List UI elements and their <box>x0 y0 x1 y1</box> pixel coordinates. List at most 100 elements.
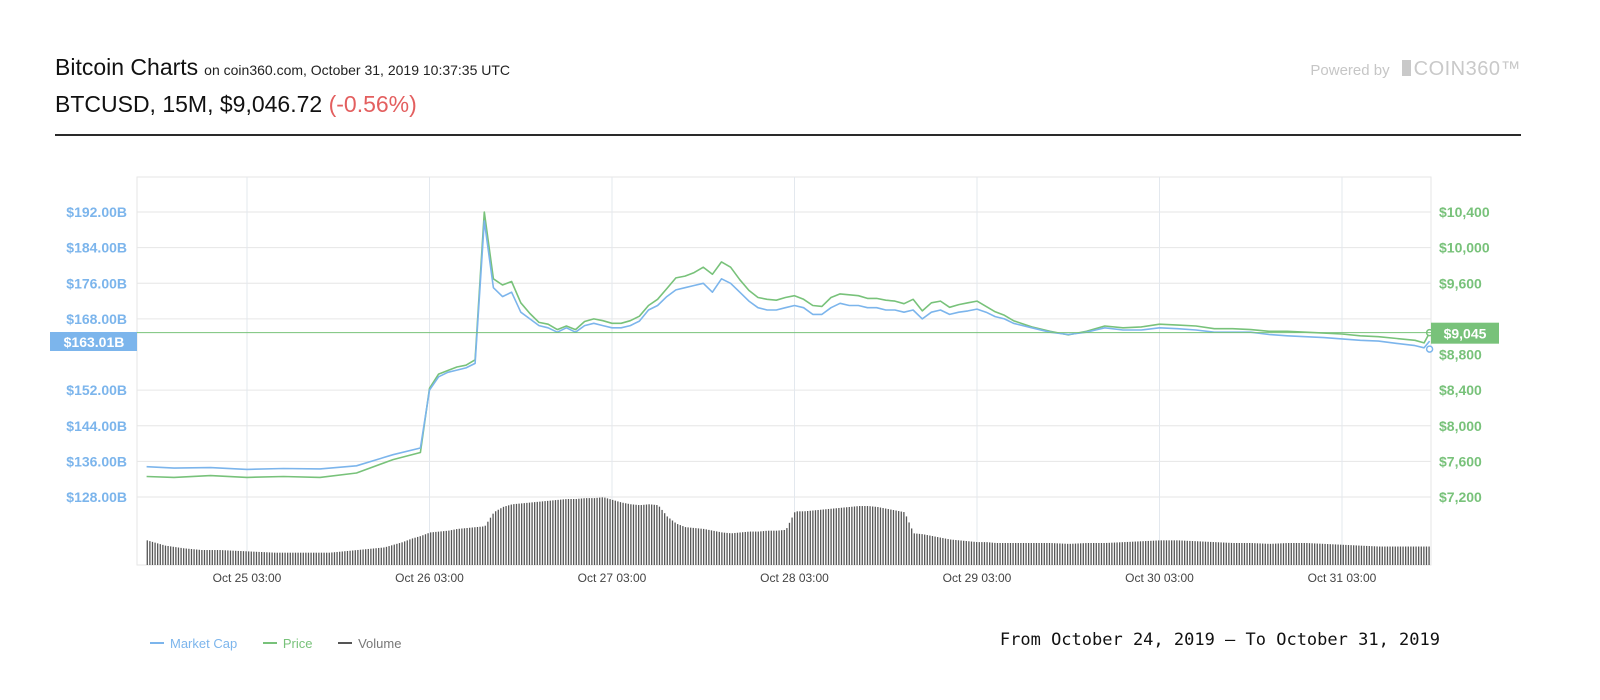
volume-bar <box>183 548 185 565</box>
volume-bar <box>692 527 694 565</box>
volume-bar <box>1152 540 1155 565</box>
volume-bar <box>1233 543 1235 565</box>
volume-bar <box>1204 541 1207 565</box>
volume-bar <box>458 528 460 565</box>
volume-bar <box>1267 543 1269 565</box>
volume-bar <box>1405 546 1407 565</box>
volume-bar <box>190 549 193 565</box>
legend-price[interactable]: Price <box>262 636 313 651</box>
volume-bar <box>1030 543 1032 565</box>
volume-bar <box>300 552 302 565</box>
volume-bar <box>448 530 450 565</box>
volume-bar <box>596 497 598 565</box>
volume-bar <box>274 552 276 565</box>
volume-bar <box>830 508 832 565</box>
volume-bar <box>422 535 424 565</box>
volume-bar <box>1012 543 1014 565</box>
volume-bar <box>710 530 713 565</box>
volume-bar <box>341 551 343 565</box>
volume-bar <box>1353 545 1355 565</box>
volume-bar <box>526 502 528 565</box>
volume-bar <box>1358 545 1360 565</box>
x-axis-tick-label: Oct 26 03:00 <box>395 571 464 585</box>
volume-bar <box>671 520 674 565</box>
left-axis-tick-label: $152.00B <box>66 382 127 398</box>
volume-bar <box>1324 543 1326 565</box>
volume-bar <box>929 535 931 565</box>
volume-bar <box>1124 542 1126 565</box>
volume-bar <box>1046 543 1048 565</box>
volume-bar <box>1085 543 1087 565</box>
left-axis-tick-label: $128.00B <box>66 489 127 505</box>
volume-bar <box>950 539 952 565</box>
volume-bar <box>359 549 362 565</box>
volume-bar <box>242 551 245 565</box>
volume-bar <box>1280 543 1282 565</box>
volume-bar <box>1342 544 1344 565</box>
volume-bar <box>1415 546 1417 565</box>
volume-bar <box>874 506 876 565</box>
volume-bar <box>372 548 375 565</box>
volume-bar <box>1329 544 1331 565</box>
volume-bar <box>708 529 710 565</box>
volume-bar <box>430 532 432 565</box>
volume-bar <box>674 522 676 565</box>
legend-market-cap[interactable]: Market Cap <box>150 636 237 651</box>
volume-bar <box>435 531 437 565</box>
price-current-label: $9,045 <box>1444 326 1487 342</box>
volume-bar <box>916 533 918 565</box>
bitcoin-chart[interactable]: $192.00B $184.00B $176.00B $168.00B $152.00B… <box>0 0 1600 700</box>
volume-bar <box>1238 543 1240 565</box>
left-axis-tick-label: $176.00B <box>66 275 127 291</box>
volume-bar <box>489 517 492 565</box>
legend-volume[interactable]: Volume <box>338 636 401 651</box>
volume-bar <box>557 499 559 565</box>
volume-bar <box>170 546 172 565</box>
volume-bar <box>661 509 663 565</box>
volume-bar <box>1376 546 1378 565</box>
date-range: From October 24, 2019 – To October 31, 2… <box>999 630 1440 650</box>
volume-bar <box>996 543 999 565</box>
right-axis-tick-label: $10,400 <box>1439 204 1490 220</box>
volume-bar <box>188 548 190 565</box>
volume-bar <box>1082 543 1084 565</box>
volume-bar <box>1308 543 1311 565</box>
volume-bar <box>1197 541 1199 565</box>
volume-bar <box>632 504 635 565</box>
volume-bar <box>591 498 593 565</box>
price-line <box>146 211 1431 479</box>
volume-bar <box>1111 542 1113 565</box>
volume-bar <box>1022 543 1025 565</box>
volume-bar <box>500 508 502 565</box>
volume-bar <box>892 510 895 565</box>
volume-bar <box>656 505 658 565</box>
volume-bar <box>1249 543 1251 565</box>
volume-bar <box>333 552 336 565</box>
volume-bar <box>1145 541 1147 565</box>
volume-bar <box>1217 542 1220 565</box>
volume-bar <box>323 552 325 565</box>
volume-bar <box>440 531 442 565</box>
left-axis-tick-label: $184.00B <box>66 240 127 256</box>
volume-bar <box>734 532 736 565</box>
volume-bar <box>1025 543 1027 565</box>
volume-bar <box>1087 543 1090 565</box>
volume-bar <box>146 540 148 565</box>
legend-label-price: Price <box>282 636 313 651</box>
volume-bar <box>222 550 224 565</box>
volume-bar <box>505 506 507 565</box>
volume-bar <box>518 503 520 565</box>
volume-bar <box>406 540 408 565</box>
volume-bar <box>924 534 926 565</box>
volume-bar <box>638 505 640 565</box>
volume-bar <box>482 526 484 565</box>
volume-bar <box>1311 543 1313 565</box>
volume-bar <box>645 504 648 565</box>
volume-bar <box>742 532 744 565</box>
volume-bar <box>432 532 434 565</box>
volume-bar <box>287 552 289 565</box>
volume-bar <box>882 508 884 565</box>
volume-bar <box>253 551 255 565</box>
volume-bar <box>911 528 913 565</box>
volume-bar <box>695 528 697 565</box>
